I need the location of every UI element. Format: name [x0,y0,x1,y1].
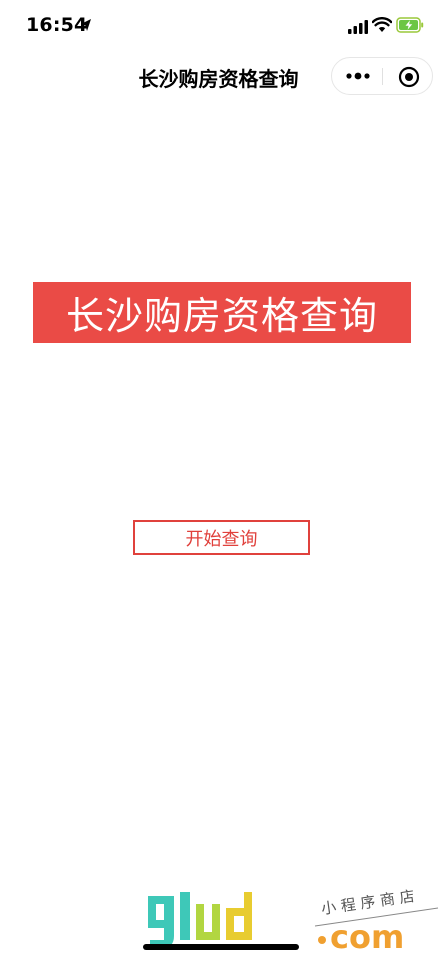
start-query-button[interactable]: 开始查询 [133,520,310,555]
home-indicator[interactable] [143,944,299,950]
wifi-icon [372,17,392,32]
more-dots-icon[interactable] [346,71,370,81]
banner-title: 长沙购房资格查询 [65,294,378,338]
svg-text:com: com [330,918,404,956]
title-banner: 长沙购房资格查询 [33,282,411,343]
status-time: 16:54 [26,14,88,36]
battery-charging-icon [396,17,424,33]
cellular-signal-icon [348,20,368,34]
miniprogram-capsule [331,57,433,95]
location-arrow-icon [81,19,91,31]
nav-bar: 长沙购房资格查询 [0,52,443,100]
close-miniprogram-icon[interactable] [398,66,420,88]
capsule-divider [382,68,383,85]
status-bar: 16:54 [0,0,443,52]
